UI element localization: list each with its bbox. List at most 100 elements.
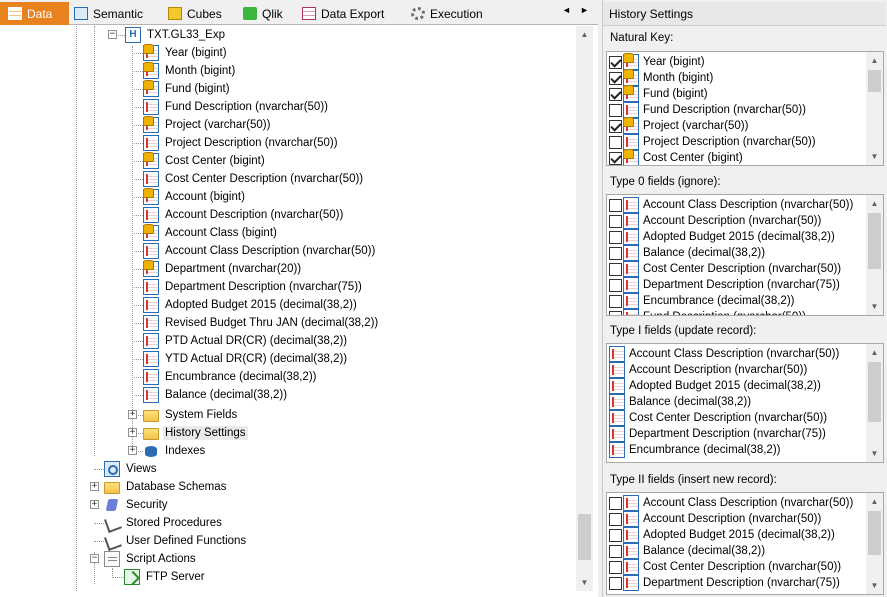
list-item[interactable]: Fund Description (nvarchar(50)) <box>607 309 883 315</box>
checkbox[interactable] <box>609 151 622 165</box>
tab-scroll-left-icon[interactable]: ◄ <box>562 5 571 15</box>
field-node[interactable]: Balance (decimal(38,2)) <box>143 386 289 404</box>
indexes-node[interactable]: Indexes <box>143 442 207 460</box>
field-node[interactable]: Account Class (bigint) <box>143 224 279 242</box>
stored-procedures-node[interactable]: Stored Procedures <box>104 514 224 532</box>
list-item[interactable]: Project (varchar(50)) <box>607 117 883 134</box>
list-item[interactable]: Cost Center (bigint) <box>607 149 883 165</box>
field-node[interactable]: Department Description (nvarchar(75)) <box>143 278 364 296</box>
list-item[interactable]: Adopted Budget 2015 (decimal(38,2)) <box>607 229 883 245</box>
list-item[interactable]: Account Description (nvarchar(50)) <box>607 362 883 378</box>
table-node[interactable]: TXT.GL33_Exp <box>125 26 227 44</box>
system-fields-expand-toggle[interactable]: + <box>128 410 137 419</box>
field-node[interactable]: Fund Description (nvarchar(50)) <box>143 98 330 116</box>
database-schemas-node[interactable]: Database Schemas <box>104 478 228 496</box>
type1-scrollbar[interactable]: ▲ ▼ <box>866 344 883 462</box>
checkbox[interactable] <box>609 87 622 101</box>
list-item[interactable]: Department Description (nvarchar(75)) <box>607 575 883 591</box>
checkbox[interactable] <box>609 262 622 276</box>
scroll-down-icon[interactable]: ▼ <box>866 577 883 594</box>
checkbox[interactable] <box>609 71 622 85</box>
list-item[interactable]: Account Description (nvarchar(50)) <box>607 511 883 527</box>
field-node[interactable]: Cost Center (bigint) <box>143 152 267 170</box>
checkbox[interactable] <box>609 198 622 212</box>
list-item[interactable]: Balance (decimal(38,2)) <box>607 394 883 410</box>
checkbox[interactable] <box>609 310 622 315</box>
scroll-thumb[interactable] <box>868 213 881 269</box>
checkbox[interactable] <box>609 103 622 117</box>
tab-data[interactable]: Data <box>0 2 69 25</box>
list-item[interactable]: Month (bigint) <box>607 69 883 86</box>
field-node[interactable]: Project (varchar(50)) <box>143 116 272 134</box>
field-node[interactable]: Account Description (nvarchar(50)) <box>143 206 345 224</box>
history-settings-node[interactable]: History Settings <box>143 424 248 442</box>
tab-cubes[interactable]: Cubes <box>160 3 235 24</box>
list-item[interactable]: Year (bigint) <box>607 53 883 70</box>
checkbox[interactable] <box>609 528 622 542</box>
tab-qlik[interactable]: Qlik <box>235 3 295 24</box>
list-item[interactable]: Adopted Budget 2015 (decimal(38,2)) <box>607 378 883 394</box>
scroll-down-icon[interactable]: ▼ <box>866 445 883 462</box>
list-item[interactable]: Adopted Budget 2015 (decimal(38,2)) <box>607 527 883 543</box>
checkbox[interactable] <box>609 278 622 292</box>
list-item[interactable]: Project Description (nvarchar(50)) <box>607 134 883 150</box>
ftp-server-node[interactable]: FTP Server <box>124 568 207 586</box>
list-item[interactable]: Encumbrance (decimal(38,2)) <box>607 293 883 309</box>
list-item[interactable]: Account Class Description (nvarchar(50)) <box>607 197 883 213</box>
script-actions-collapse-toggle[interactable]: − <box>90 554 99 563</box>
user-defined-functions-node[interactable]: User Defined Functions <box>104 532 248 550</box>
list-item[interactable]: Balance (decimal(38,2)) <box>607 543 883 559</box>
list-item[interactable]: Fund (bigint) <box>607 85 883 102</box>
field-node[interactable]: Revised Budget Thru JAN (decimal(38,2)) <box>143 314 380 332</box>
field-node[interactable]: Account Class Description (nvarchar(50)) <box>143 242 377 260</box>
checkbox[interactable] <box>609 135 622 149</box>
tree-scroll-thumb[interactable] <box>578 514 591 560</box>
checkbox[interactable] <box>609 560 622 574</box>
field-node[interactable]: YTD Actual DR(CR) (decimal(38,2)) <box>143 350 349 368</box>
scroll-up-icon[interactable]: ▲ <box>866 344 883 361</box>
tab-execution[interactable]: Execution <box>403 3 503 24</box>
tab-scroll-right-icon[interactable]: ► <box>580 5 589 15</box>
indexes-expand-toggle[interactable]: + <box>128 446 137 455</box>
scroll-up-icon[interactable]: ▲ <box>866 52 883 69</box>
field-node[interactable]: PTD Actual DR(CR) (decimal(38,2)) <box>143 332 349 350</box>
type1-list[interactable]: Account Class Description (nvarchar(50))… <box>606 343 884 463</box>
table-collapse-toggle[interactable]: − <box>108 30 117 39</box>
list-item[interactable]: Cost Center Description (nvarchar(50)) <box>607 559 883 575</box>
natural-key-scrollbar[interactable]: ▲ ▼ <box>866 52 883 165</box>
security-expand-toggle[interactable]: + <box>90 500 99 509</box>
type2-scrollbar[interactable]: ▲ ▼ <box>866 493 883 594</box>
checkbox[interactable] <box>609 544 622 558</box>
scroll-down-icon[interactable]: ▼ <box>866 298 883 315</box>
views-node[interactable]: Views <box>104 460 158 478</box>
checkbox[interactable] <box>609 496 622 510</box>
checkbox[interactable] <box>609 512 622 526</box>
checkbox[interactable] <box>609 294 622 308</box>
list-item[interactable]: Department Description (nvarchar(75)) <box>607 426 883 442</box>
scroll-down-icon[interactable]: ▼ <box>576 574 593 591</box>
field-node[interactable]: Adopted Budget 2015 (decimal(38,2)) <box>143 296 359 314</box>
checkbox[interactable] <box>609 230 622 244</box>
field-node[interactable]: Year (bigint) <box>143 44 229 62</box>
field-node[interactable]: Month (bigint) <box>143 62 237 80</box>
field-node[interactable]: Cost Center Description (nvarchar(50)) <box>143 170 365 188</box>
scroll-thumb[interactable] <box>868 511 881 555</box>
list-item[interactable]: Cost Center Description (nvarchar(50)) <box>607 261 883 277</box>
type0-list[interactable]: Account Class Description (nvarchar(50))… <box>606 194 884 316</box>
scroll-up-icon[interactable]: ▲ <box>576 26 593 43</box>
scroll-up-icon[interactable]: ▲ <box>866 195 883 212</box>
checkbox[interactable] <box>609 55 622 69</box>
script-actions-node[interactable]: Script Actions <box>104 550 198 568</box>
list-item[interactable]: Department Description (nvarchar(75)) <box>607 277 883 293</box>
scroll-down-icon[interactable]: ▼ <box>866 148 883 165</box>
scroll-up-icon[interactable]: ▲ <box>866 493 883 510</box>
tab-data-export[interactable]: Data Export <box>294 3 404 24</box>
list-item[interactable]: Balance (decimal(38,2)) <box>607 245 883 261</box>
history-settings-expand-toggle[interactable]: + <box>128 428 137 437</box>
database-schemas-expand-toggle[interactable]: + <box>90 482 99 491</box>
system-fields-node[interactable]: System Fields <box>143 406 239 424</box>
field-node[interactable]: Department (nvarchar(20)) <box>143 260 303 278</box>
scroll-thumb[interactable] <box>868 362 881 422</box>
list-item[interactable]: Account Class Description (nvarchar(50)) <box>607 346 883 362</box>
list-item[interactable]: Cost Center Description (nvarchar(50)) <box>607 410 883 426</box>
